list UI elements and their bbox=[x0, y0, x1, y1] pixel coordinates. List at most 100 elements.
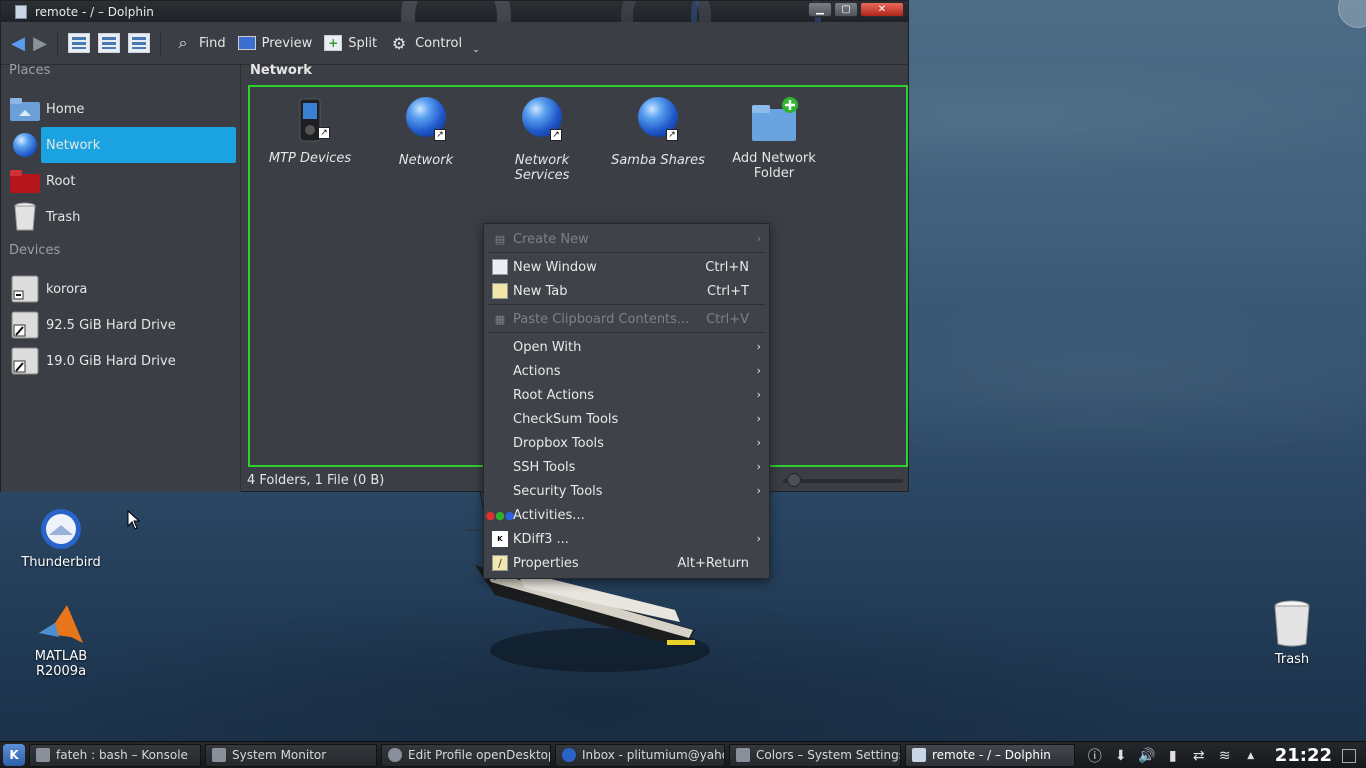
menu-item-new-window[interactable]: New Window Ctrl+N bbox=[484, 255, 769, 279]
file-item[interactable]: ↗ Samba Shares bbox=[602, 95, 714, 168]
file-label: Network bbox=[398, 153, 454, 168]
window-titlebar[interactable]: remote - / – Dolphin ▁ ▢ ✕ bbox=[1, 1, 908, 22]
place-home[interactable]: Home bbox=[1, 91, 240, 127]
desktop-icon-matlab[interactable]: MATLAB R2009a bbox=[13, 603, 109, 679]
task-system-monitor[interactable]: System Monitor bbox=[205, 743, 377, 767]
menu-item-new-tab[interactable]: New Tab Ctrl+T bbox=[484, 279, 769, 303]
context-menu: ▤ Create New › New Window Ctrl+N New Tab… bbox=[483, 223, 770, 579]
device-label: korora bbox=[46, 281, 88, 297]
menu-shortcut: Alt+Return bbox=[677, 555, 749, 571]
zoom-slider-track[interactable] bbox=[783, 479, 903, 483]
desktop-icon-trash[interactable]: Trash bbox=[1244, 600, 1340, 667]
application-launcher-button[interactable]: K bbox=[3, 744, 25, 766]
close-button[interactable]: ✕ bbox=[860, 2, 904, 17]
place-label: Root bbox=[46, 173, 76, 189]
maximize-button[interactable]: ▢ bbox=[834, 2, 858, 17]
zoom-slider-handle[interactable] bbox=[787, 473, 801, 487]
tray-expand-icon[interactable]: ▲ bbox=[1243, 748, 1259, 764]
menu-item-security-tools[interactable]: Security Tools › bbox=[484, 479, 769, 503]
file-item[interactable]: ↗ Network bbox=[370, 95, 482, 168]
settings-icon bbox=[736, 748, 750, 762]
device-label: 92.5 GiB Hard Drive bbox=[46, 317, 176, 333]
menu-label: Security Tools bbox=[513, 483, 603, 499]
thunderbird-icon bbox=[562, 748, 576, 762]
menu-item-properties[interactable]: / Properties Alt+Return bbox=[484, 551, 769, 575]
device-hard-drive-19[interactable]: 19.0 GiB Hard Drive bbox=[1, 343, 240, 379]
download-icon[interactable]: ⬇ bbox=[1113, 748, 1129, 764]
task-system-settings[interactable]: Colors – System Settings bbox=[729, 743, 901, 767]
preview-label: Preview bbox=[261, 35, 313, 51]
menu-item-dropbox-tools[interactable]: Dropbox Tools › bbox=[484, 431, 769, 455]
thunderbird-icon bbox=[41, 509, 81, 549]
split-button[interactable]: + Split bbox=[318, 29, 383, 57]
volume-icon[interactable]: 🔊 bbox=[1138, 748, 1155, 764]
control-button[interactable]: ⚙ Control ⌄ bbox=[383, 29, 486, 57]
wifi-icon[interactable]: ≋ bbox=[1217, 748, 1233, 764]
show-desktop-icon[interactable] bbox=[1342, 748, 1356, 763]
chevron-right-icon: › bbox=[756, 388, 761, 401]
menu-item-activities[interactable]: ● ● ● Activities... bbox=[484, 503, 769, 527]
compact-view-button[interactable] bbox=[98, 33, 120, 53]
trash-icon bbox=[9, 202, 41, 232]
mtp-device-icon: ↗ bbox=[286, 95, 334, 147]
find-label: Find bbox=[199, 35, 226, 51]
menu-item-open-with[interactable]: Open With › bbox=[484, 335, 769, 359]
window-title: remote - / – Dolphin bbox=[35, 4, 154, 19]
file-label: Network Services bbox=[514, 153, 570, 183]
menu-item-ssh-tools[interactable]: SSH Tools › bbox=[484, 455, 769, 479]
dolphin-app-icon[interactable] bbox=[15, 4, 27, 19]
icons-view-button[interactable] bbox=[68, 33, 90, 53]
forward-arrow-icon[interactable]: ▶ bbox=[29, 33, 51, 54]
main-toolbar: ◀ ▶ ⌕ Find Preview + Split ⚙ Control ⌄ bbox=[1, 22, 908, 65]
menu-item-paste[interactable]: ▦ Paste Clipboard Contents... Ctrl+V bbox=[484, 307, 769, 331]
file-item[interactable]: ↗ Network Services bbox=[486, 95, 598, 183]
clock[interactable]: 21:22 bbox=[1275, 745, 1332, 766]
info-icon[interactable]: ⓘ bbox=[1087, 748, 1103, 765]
place-root[interactable]: Root bbox=[1, 163, 240, 199]
battery-icon[interactable]: ▮ bbox=[1165, 748, 1181, 764]
place-network[interactable]: Network bbox=[1, 127, 240, 163]
menu-item-root-actions[interactable]: Root Actions › bbox=[484, 383, 769, 407]
status-bar-text: 4 Folders, 1 File (0 B) bbox=[247, 473, 385, 488]
menu-shortcut: Ctrl+V bbox=[706, 311, 749, 327]
usb-icon[interactable]: ⇄ bbox=[1191, 748, 1207, 764]
find-button[interactable]: ⌕ Find bbox=[167, 29, 232, 57]
menu-label: New Window bbox=[513, 259, 597, 275]
network-globe-icon: ↗ bbox=[518, 97, 566, 149]
menu-label: SSH Tools bbox=[513, 459, 576, 475]
split-icon: + bbox=[324, 35, 343, 51]
details-view-button[interactable] bbox=[128, 33, 150, 53]
task-browser[interactable]: Edit Profile openDesktop.o bbox=[381, 743, 551, 767]
network-globe-icon: ↗ bbox=[402, 97, 450, 149]
place-label: Network bbox=[46, 137, 101, 153]
paste-icon: ▦ bbox=[494, 312, 506, 326]
desktop-icon-thunderbird[interactable]: Thunderbird bbox=[13, 505, 109, 570]
places-panel: Places Home Network Root Trash Devices k… bbox=[1, 64, 241, 492]
file-item[interactable]: Add Network Folder bbox=[716, 95, 832, 181]
task-konsole[interactable]: fateh : bash – Konsole bbox=[29, 743, 201, 767]
device-hard-drive-92[interactable]: 92.5 GiB Hard Drive bbox=[1, 307, 240, 343]
menu-item-kdiff3[interactable]: K KDiff3 ... › bbox=[484, 527, 769, 551]
task-thunderbird[interactable]: Inbox - plitumium@yahoo bbox=[555, 743, 725, 767]
dolphin-window: remote - / – Dolphin ▁ ▢ ✕ ◀ ▶ ⌕ Find Pr… bbox=[0, 0, 909, 492]
menu-item-actions[interactable]: Actions › bbox=[484, 359, 769, 383]
back-arrow-icon[interactable]: ◀ bbox=[7, 33, 29, 54]
device-korora[interactable]: korora bbox=[1, 271, 240, 307]
properties-icon: / bbox=[492, 555, 508, 571]
file-item[interactable]: ↗ MTP Devices bbox=[254, 95, 366, 166]
matlab-icon bbox=[39, 605, 83, 643]
minimize-button[interactable]: ▁ bbox=[808, 2, 832, 17]
preview-button[interactable]: Preview bbox=[232, 29, 319, 57]
preview-icon bbox=[237, 36, 256, 50]
desktop-toolbox-corner[interactable] bbox=[1338, 0, 1366, 28]
menu-label: Open With bbox=[513, 339, 582, 355]
menu-item-checksum-tools[interactable]: CheckSum Tools › bbox=[484, 407, 769, 431]
chevron-right-icon: › bbox=[756, 412, 761, 425]
task-dolphin[interactable]: remote - / – Dolphin bbox=[905, 743, 1075, 767]
place-trash[interactable]: Trash bbox=[1, 199, 240, 235]
menu-item-create-new[interactable]: ▤ Create New › bbox=[484, 227, 769, 251]
hard-drive-icon bbox=[9, 310, 41, 340]
browser-icon bbox=[388, 748, 402, 762]
network-globe-icon: ↗ bbox=[634, 97, 682, 149]
home-folder-icon bbox=[9, 94, 41, 124]
